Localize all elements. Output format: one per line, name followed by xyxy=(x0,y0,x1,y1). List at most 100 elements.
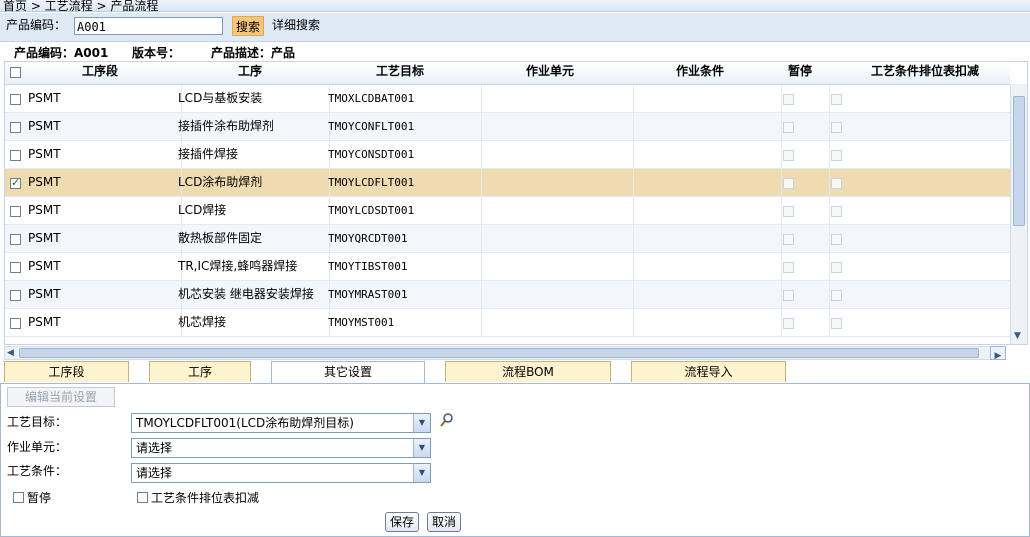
cancel-button[interactable]: 取消 xyxy=(427,512,461,532)
cell-segment: PSMT xyxy=(28,147,61,161)
table-row[interactable]: PSMT LCD焊接 TMOYLCDSDT001 xyxy=(5,197,1010,225)
header-segment[interactable]: 工序段 xyxy=(55,62,145,84)
work-unit-label: 作业单元： xyxy=(7,440,68,454)
chevron-down-icon[interactable]: ▼ xyxy=(413,414,430,432)
cell-target: TMOXLCDBAT001 xyxy=(328,92,415,105)
grid-header: 工序段 工序 工艺目标 作业单元 作业条件 暂停 工艺条件排位表扣减 xyxy=(5,62,1010,85)
row-pause-checkbox xyxy=(783,206,794,217)
work-unit-select[interactable]: 请选择 ▼ xyxy=(131,438,431,458)
cell-segment: PSMT xyxy=(28,203,61,217)
header-work-condition[interactable]: 作业条件 xyxy=(650,62,750,84)
cell-segment: PSMT xyxy=(28,91,61,105)
product-info-row: 产品编码：A001 版本号： 产品描述：产品 xyxy=(0,43,1030,61)
process-grid: 工序段 工序 工艺目标 作业单元 作业条件 暂停 工艺条件排位表扣减 PSMT L… xyxy=(4,61,1028,345)
tab-bar: 工序段 工序 其它设置 流程BOM 流程导入 xyxy=(0,361,1030,384)
tab-process[interactable]: 工序 xyxy=(149,361,251,382)
row-checkbox[interactable] xyxy=(10,122,21,133)
cell-process: 接插件焊接 xyxy=(178,147,239,161)
edit-current-settings-button[interactable]: 编辑当前设置 xyxy=(7,387,115,407)
cell-target: TMOYCONSDT001 xyxy=(328,148,415,161)
row-checkbox[interactable] xyxy=(10,234,21,245)
tab-flow-import[interactable]: 流程导入 xyxy=(631,361,786,382)
breadcrumb: 首页 > 工艺流程 > 产品流程 xyxy=(0,0,1030,12)
product-code-input[interactable]: A001 xyxy=(74,17,223,35)
cell-target: TMOYTIBST001 xyxy=(328,260,408,273)
horizontal-scroll-thumb[interactable] xyxy=(19,348,979,358)
row-pause-checkbox xyxy=(783,122,794,133)
table-row[interactable]: PSMT TR,IC焊接,蜂鸣器焊接 TMOYTIBST001 xyxy=(5,253,1010,281)
info-description: 产品描述：产品 xyxy=(211,46,296,60)
row-checkbox[interactable] xyxy=(10,150,21,161)
select-all-checkbox[interactable] xyxy=(10,67,21,78)
tab-segment[interactable]: 工序段 xyxy=(4,361,129,382)
scroll-down-arrow[interactable]: ▼ xyxy=(1014,331,1021,341)
cell-target: TMOYMRAST001 xyxy=(328,288,408,301)
vertical-scrollbar[interactable]: ▼ xyxy=(1010,84,1027,344)
cell-target: TMOYLCDSDT001 xyxy=(328,204,415,217)
cell-segment: PSMT xyxy=(28,231,61,245)
row-checkbox[interactable] xyxy=(10,94,21,105)
search-button[interactable]: 搜索 xyxy=(232,16,264,36)
row-pause-checkbox xyxy=(783,262,794,273)
row-pause-checkbox xyxy=(783,94,794,105)
chevron-down-icon[interactable]: ▼ xyxy=(413,439,430,457)
scroll-left-arrow[interactable]: ◀ xyxy=(7,348,14,358)
info-version: 版本号： xyxy=(132,46,181,60)
tab-flow-bom[interactable]: 流程BOM xyxy=(445,361,611,382)
row-checkbox[interactable] xyxy=(10,318,21,329)
target-select[interactable]: TMOYLCDFLT001(LCD涂布助焊剂目标) ▼ xyxy=(131,413,431,433)
save-button[interactable]: 保存 xyxy=(385,512,419,532)
row-deduct-checkbox xyxy=(831,206,842,217)
table-row[interactable]: PSMT 接插件焊接 TMOYCONSDT001 xyxy=(5,141,1010,169)
cell-target: TMOYLCDFLT001 xyxy=(328,176,415,189)
deduct-checkbox[interactable] xyxy=(137,492,148,503)
work-unit-select-value: 请选择 xyxy=(136,441,173,455)
tab-other-settings[interactable]: 其它设置 xyxy=(271,361,425,383)
header-target[interactable]: 工艺目标 xyxy=(350,62,450,84)
row-pause-checkbox xyxy=(783,318,794,329)
chevron-down-icon[interactable]: ▼ xyxy=(413,464,430,482)
vertical-scroll-thumb[interactable] xyxy=(1013,96,1025,226)
target-label: 工艺目标： xyxy=(7,415,68,429)
table-row[interactable]: PSMT LCD与基板安装 TMOXLCDBAT001 xyxy=(5,85,1010,113)
cell-target: TMOYCONFLT001 xyxy=(328,120,415,133)
condition-label: 工艺条件： xyxy=(7,464,68,478)
search-bar: 产品编码： A001 搜索 详细搜索 xyxy=(0,13,1030,42)
row-pause-checkbox xyxy=(783,234,794,245)
table-row[interactable]: PSMT 接插件涂布助焊剂 TMOYCONFLT001 xyxy=(5,113,1010,141)
target-select-value: TMOYLCDFLT001(LCD涂布助焊剂目标) xyxy=(136,416,354,430)
cell-target: TMOYQRCDT001 xyxy=(328,232,408,245)
advanced-search-link[interactable]: 详细搜索 xyxy=(272,18,320,32)
header-pause[interactable]: 暂停 xyxy=(780,62,820,84)
header-work-unit[interactable]: 作业单元 xyxy=(500,62,600,84)
row-checkbox[interactable] xyxy=(10,176,21,189)
row-checkbox[interactable] xyxy=(10,262,21,273)
table-row[interactable]: PSMT LCD涂布助焊剂 TMOYLCDFLT001 xyxy=(5,169,1010,197)
info-product-code: 产品编码：A001 xyxy=(14,46,109,60)
pause-checkbox[interactable] xyxy=(13,492,24,503)
row-deduct-checkbox xyxy=(831,290,842,301)
cell-segment: PSMT xyxy=(28,175,61,189)
cell-process: LCD涂布助焊剂 xyxy=(178,175,263,189)
horizontal-scrollbar[interactable]: ◀ xyxy=(4,346,1006,360)
table-row[interactable]: PSMT 机芯安装 继电器安装焊接 TMOYMRAST001 xyxy=(5,281,1010,309)
cell-process: 机芯安装 继电器安装焊接 xyxy=(178,287,314,301)
table-row[interactable]: PSMT 散热板部件固定 TMOYQRCDT001 xyxy=(5,225,1010,253)
condition-select[interactable]: 请选择 ▼ xyxy=(131,463,431,483)
cell-process: TR,IC焊接,蜂鸣器焊接 xyxy=(178,259,298,273)
cell-process: LCD焊接 xyxy=(178,203,227,217)
product-code-label: 产品编码： xyxy=(6,18,67,32)
cell-target: TMOYMST001 xyxy=(328,316,395,329)
header-process[interactable]: 工序 xyxy=(205,62,295,84)
cell-segment: PSMT xyxy=(28,259,61,273)
magnifier-icon[interactable] xyxy=(439,412,455,431)
row-deduct-checkbox xyxy=(831,178,842,189)
row-checkbox[interactable] xyxy=(10,290,21,301)
row-checkbox[interactable] xyxy=(10,206,21,217)
header-deduct[interactable]: 工艺条件排位表扣减 xyxy=(850,62,1000,84)
scroll-right-arrow[interactable]: ▶ xyxy=(990,346,1006,361)
row-deduct-checkbox xyxy=(831,234,842,245)
row-deduct-checkbox xyxy=(831,150,842,161)
table-row[interactable]: PSMT 机芯焊接 TMOYMST001 xyxy=(5,309,1010,337)
cell-segment: PSMT xyxy=(28,287,61,301)
